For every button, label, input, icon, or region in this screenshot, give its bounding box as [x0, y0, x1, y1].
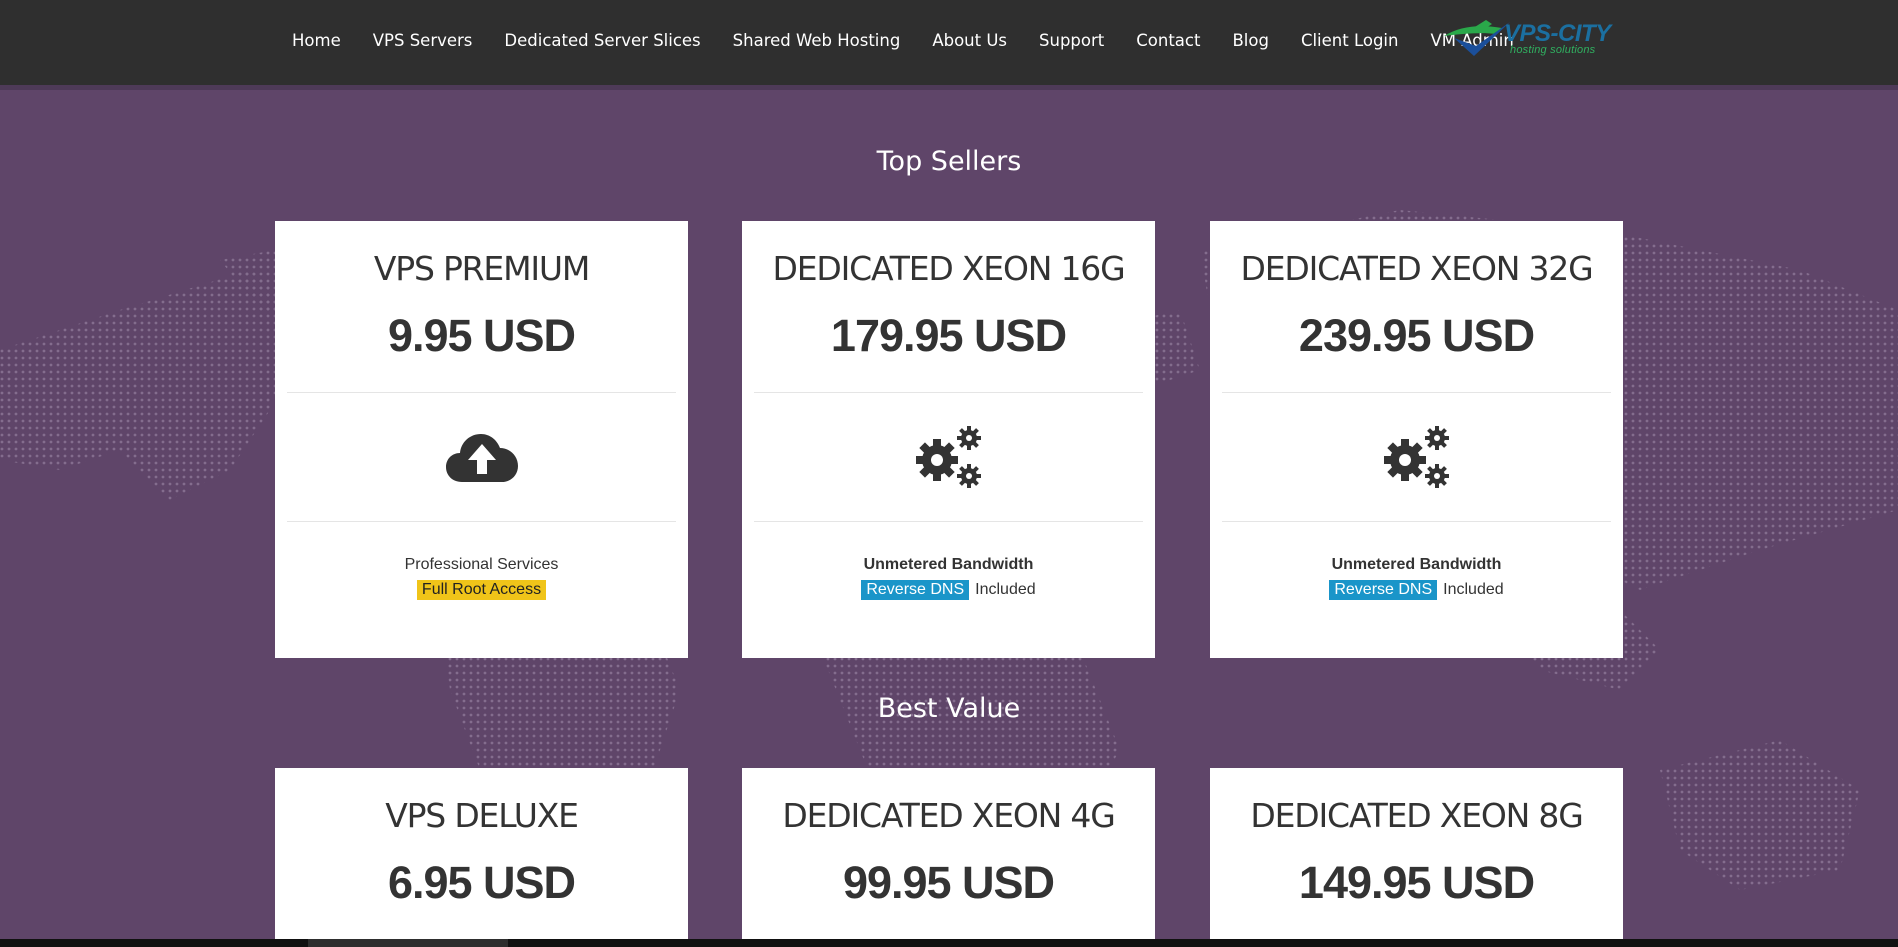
- plan-price: 9.95 USD: [387, 310, 576, 361]
- plan-card-dedicated-xeon-8g[interactable]: DEDICATED XEON 8G 149.95 USD: [1210, 768, 1623, 939]
- plan-title: DEDICATED XEON 8G: [1250, 796, 1583, 835]
- plan-price: 99.95 USD: [842, 857, 1055, 908]
- feature-included-text: Included: [975, 581, 1036, 598]
- plan-card-dedicated-xeon-4g[interactable]: DEDICATED XEON 4G 99.95 USD: [742, 768, 1155, 939]
- site-logo[interactable]: VPS-CITY hosting solutions: [1440, 16, 1620, 62]
- horizontal-scrollbar[interactable]: [0, 939, 1898, 947]
- plan-card-dedicated-xeon-16g[interactable]: DEDICATED XEON 16G 179.95 USD Unmetered …: [742, 221, 1155, 658]
- nav-dedicated-server-slices[interactable]: Dedicated Server Slices: [504, 31, 700, 50]
- gears-icon: [1383, 426, 1449, 488]
- main-nav: Home VPS Servers Dedicated Server Slices…: [276, 28, 1530, 52]
- feature-badge: Full Root Access: [416, 580, 547, 600]
- plan-card-vps-deluxe[interactable]: VPS DELUXE 6.95 USD: [275, 768, 688, 939]
- feature-text: Professional Services: [404, 556, 559, 573]
- nav-client-login[interactable]: Client Login: [1301, 31, 1399, 50]
- nav-home[interactable]: Home: [292, 31, 341, 50]
- plan-features: Professional Services Full Root Access: [275, 522, 688, 612]
- feature-text: Unmetered Bandwidth: [1331, 556, 1502, 573]
- gears-icon: [915, 426, 981, 488]
- cloud-upload-icon: [445, 434, 518, 482]
- plan-features: Unmetered Bandwidth Reverse DNS Included: [1210, 522, 1623, 612]
- nav-blog[interactable]: Blog: [1232, 31, 1268, 50]
- section-title-best-value: Best Value: [877, 693, 1021, 724]
- nav-contact[interactable]: Contact: [1136, 31, 1200, 50]
- feature-text: Unmetered Bandwidth: [863, 556, 1034, 573]
- nav-support[interactable]: Support: [1039, 31, 1104, 50]
- plan-title: DEDICATED XEON 32G: [1240, 249, 1594, 288]
- plan-card-dedicated-xeon-32g[interactable]: DEDICATED XEON 32G 239.95 USD Unmetered …: [1210, 221, 1623, 658]
- plan-card-vps-premium[interactable]: VPS PREMIUM 9.95 USD Professional Servic…: [275, 221, 688, 658]
- plan-title: DEDICATED XEON 4G: [782, 796, 1115, 835]
- scrollbar-thumb[interactable]: [308, 939, 508, 947]
- nav-about-us[interactable]: About Us: [932, 31, 1007, 50]
- plan-title: DEDICATED XEON 16G: [772, 249, 1126, 288]
- top-navigation-bar: Home VPS Servers Dedicated Server Slices…: [0, 0, 1898, 90]
- plan-features: Unmetered Bandwidth Reverse DNS Included: [742, 522, 1155, 612]
- plan-price: 239.95 USD: [1298, 310, 1535, 361]
- nav-shared-web-hosting[interactable]: Shared Web Hosting: [733, 31, 901, 50]
- feature-badge: Reverse DNS: [1329, 580, 1438, 600]
- feature-included-text: Included: [1443, 581, 1504, 598]
- plan-price: 179.95 USD: [830, 310, 1067, 361]
- feature-badge: Reverse DNS: [861, 580, 970, 600]
- section-title-top-sellers: Top Sellers: [876, 146, 1022, 177]
- nav-vps-servers[interactable]: VPS Servers: [373, 31, 473, 50]
- plan-price: 6.95 USD: [387, 857, 576, 908]
- plan-title: VPS DELUXE: [385, 796, 579, 835]
- plan-price: 149.95 USD: [1298, 857, 1535, 908]
- plan-title: VPS PREMIUM: [373, 249, 590, 288]
- logo-tagline: hosting solutions: [1510, 44, 1596, 56]
